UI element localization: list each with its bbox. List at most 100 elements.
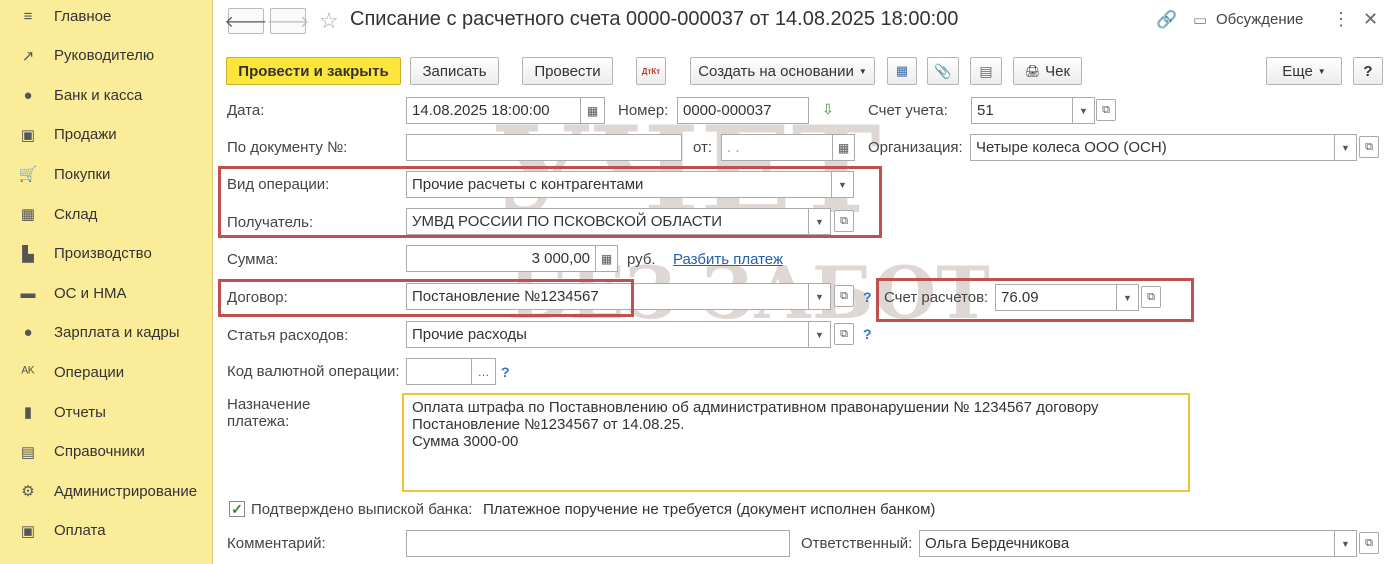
favorite-star-icon[interactable]: ☆ [319, 8, 339, 34]
sidebar-item[interactable]: 🛒 Покупки [0, 156, 213, 192]
purpose-line-1: Оплата штрафа по Поставновлению об админ… [412, 399, 1099, 416]
menu-icon: ≡ [23, 7, 33, 25]
printer-icon: 🖨 [1024, 64, 1041, 78]
sidebar-item[interactable]: ▬ ОС и НМА [0, 275, 213, 311]
sidebar-item-label: Руководителю [54, 47, 155, 65]
doc-no-label: По документу №: [227, 139, 348, 156]
create-based-on-button[interactable]: Создать на основании ▼ [690, 57, 875, 85]
date-field[interactable]: 14.08.2025 18:00:00 [406, 97, 581, 124]
sidebar-item-label: Главное [54, 7, 112, 25]
back-button[interactable]: 🡐 [225, 8, 267, 34]
sidebar-item[interactable]: ▣ Продажи [0, 117, 213, 153]
bag-icon: ▣ [20, 126, 36, 144]
calendar-icon[interactable]: ▦ [833, 134, 855, 161]
sidebar-item[interactable]: ≡ Главное [0, 0, 213, 34]
purpose-label-line1: Назначение [227, 396, 311, 413]
link-icon[interactable]: 🔗 [1156, 10, 1177, 30]
expense-help-icon[interactable]: ? [863, 326, 872, 342]
currency-op-help-icon[interactable]: ? [501, 364, 510, 380]
expense-item-open-button[interactable]: ⧉ [834, 323, 854, 345]
chevron-down-icon: ▼ [858, 66, 867, 76]
sidebar-item[interactable]: ⚙ Администрирование [0, 473, 213, 509]
more-button[interactable]: Еще ▼ [1266, 57, 1342, 85]
responsible-open-button[interactable]: ⧉ [1359, 532, 1379, 554]
sum-field[interactable]: 3 000,00 [406, 245, 596, 272]
dt-kt-icon: ᴬᴷ [21, 363, 35, 381]
organization-open-button[interactable]: ⧉ [1359, 136, 1379, 158]
doc-no-field[interactable] [406, 134, 682, 161]
sidebar-item[interactable]: ▮ Отчеты [0, 394, 213, 430]
expense-item-field[interactable]: Прочие расходы [406, 321, 809, 348]
sidebar-item-label: Отчеты [54, 403, 106, 421]
save-button[interactable]: Записать [410, 57, 499, 85]
contract-open-button[interactable]: ⧉ [834, 285, 854, 307]
sidebar-item-label: Склад [54, 205, 98, 223]
post-and-close-button[interactable]: Провести и закрыть [226, 57, 401, 85]
discussion-icon[interactable]: ▭ [1193, 11, 1207, 29]
currency-label: руб. [627, 251, 656, 268]
calculator-icon[interactable]: ▦ [596, 245, 618, 272]
contract-dropdown[interactable]: ▼ [809, 283, 831, 310]
structure-button[interactable]: ▦ [887, 57, 917, 85]
sidebar-item-label: Производство [54, 245, 152, 263]
currency-op-code-select-button[interactable]: … [472, 358, 496, 385]
currency-op-code-label: Код валютной операции: [227, 363, 400, 380]
attach-button[interactable]: 📎 [927, 57, 959, 85]
post-button[interactable]: Провести [522, 57, 613, 85]
sidebar-item-label: Справочники [54, 443, 145, 461]
sidebar-item[interactable]: ▣ Оплата [0, 513, 213, 549]
currency-op-code-field[interactable] [406, 358, 472, 385]
payment-purpose-field[interactable]: Оплата штрафа по Поставновлению об админ… [402, 393, 1190, 492]
highlight-operation-recipient [218, 166, 882, 238]
coin-icon: ● [23, 86, 33, 104]
expense-item-dropdown[interactable]: ▼ [809, 321, 831, 348]
number-field[interactable]: 0000-000037 [677, 97, 809, 124]
payment-order-text: Платежное поручение не требуется (докуме… [483, 501, 936, 518]
dt-kt-button[interactable]: ДтКт [636, 57, 666, 85]
gear-icon: ⚙ [21, 483, 35, 501]
person-icon: ● [23, 324, 33, 342]
split-payment-link[interactable]: Разбить платеж [673, 251, 783, 268]
responsible-dropdown[interactable]: ▼ [1335, 530, 1357, 557]
sidebar-item[interactable]: ᴬᴷ Операции [0, 354, 213, 390]
from-date-field[interactable]: . . [721, 134, 833, 161]
sidebar-item[interactable]: ▙ Производство [0, 236, 213, 272]
sidebar-item[interactable]: ↗ Руководителю [0, 38, 213, 74]
contract-help-icon[interactable]: ? [863, 289, 872, 305]
account-dropdown[interactable]: ▼ [1073, 97, 1095, 124]
discussion-button[interactable]: Обсуждение [1216, 11, 1303, 28]
number-edit-icon[interactable]: ⇩ [822, 101, 834, 118]
organization-field[interactable]: Четыре колеса ООО (ОСН) [970, 134, 1335, 161]
check-button[interactable]: 🖨 Чек [1013, 57, 1082, 85]
close-icon[interactable]: ✕ [1363, 9, 1378, 30]
sidebar-item-label: Администрирование [54, 482, 198, 500]
sidebar-item[interactable]: ● Зарплата и кадры [0, 315, 213, 351]
highlight-contract [218, 279, 634, 317]
forward-button[interactable]: 🡒 [267, 8, 309, 34]
account-field[interactable]: 51 [971, 97, 1073, 124]
purpose-label-line2: платежа: [227, 413, 290, 430]
help-button[interactable]: ? [1353, 57, 1383, 85]
confirmed-label: Подтверждено выпиской банка: [251, 501, 473, 518]
sidebar-item[interactable]: ▦ Склад [0, 196, 213, 232]
responsible-field[interactable]: Ольга Бердечникова [919, 530, 1335, 557]
sidebar-item[interactable]: ▤ Справочники [0, 434, 213, 470]
date-label: Дата: [227, 102, 265, 119]
confirmed-checkbox[interactable]: ✓ [229, 501, 245, 517]
more-vertical-icon[interactable]: ⋮ [1332, 9, 1350, 30]
sidebar-item[interactable]: ● Банк и касса [0, 77, 213, 113]
responsible-label: Ответственный: [801, 535, 913, 552]
calendar-icon[interactable]: ▦ [581, 97, 605, 124]
organization-dropdown[interactable]: ▼ [1335, 134, 1357, 161]
print-button[interactable]: ▤ [970, 57, 1002, 85]
sidebar-item-label: Зарплата и кадры [54, 324, 180, 342]
trend-icon: ↗ [21, 47, 35, 65]
comment-field[interactable] [406, 530, 790, 557]
account-label: Счет учета: [868, 102, 948, 119]
page-title: Списание с расчетного счета 0000-000037 … [350, 8, 959, 30]
sidebar-item-label: Оплата [54, 522, 106, 540]
from-label: от: [693, 139, 713, 156]
account-open-button[interactable]: ⧉ [1096, 99, 1116, 121]
chevron-down-icon: ▼ [1317, 66, 1326, 76]
more-label: Еще [1282, 62, 1313, 80]
